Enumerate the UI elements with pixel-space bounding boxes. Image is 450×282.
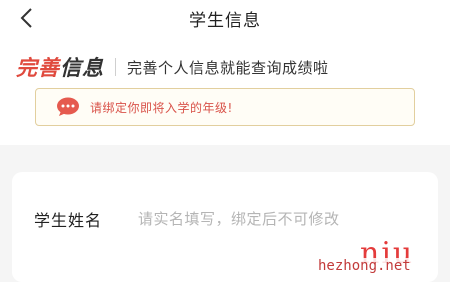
page-title: 学生信息 [189,11,261,31]
divider [115,58,116,76]
tagline: 完善个人信息就能查询成绩啦 [127,58,329,77]
name-input[interactable] [138,210,428,228]
name-label: 学生姓名 [34,211,103,230]
notice-banner: 请绑定你即将入学的年级! [35,88,415,126]
watermark-site: hezhong.net [314,258,415,274]
notice-text: 请绑定你即将入学的年级! [90,100,233,115]
brand-title-part1: 完善 [16,56,60,80]
chat-bubble-icon [56,97,80,117]
form-row-name: 学生姓名 [12,204,438,234]
header-section: 学生信息 完善 信息 完善个人信息就能查询成绩啦 请绑定你即将入学的年级! [0,0,450,145]
brand-title-part2: 信息 [60,56,104,80]
headline: 完善 信息 完善个人信息就能查询成绩啦 [16,52,329,82]
nav-bar: 学生信息 [0,0,450,40]
